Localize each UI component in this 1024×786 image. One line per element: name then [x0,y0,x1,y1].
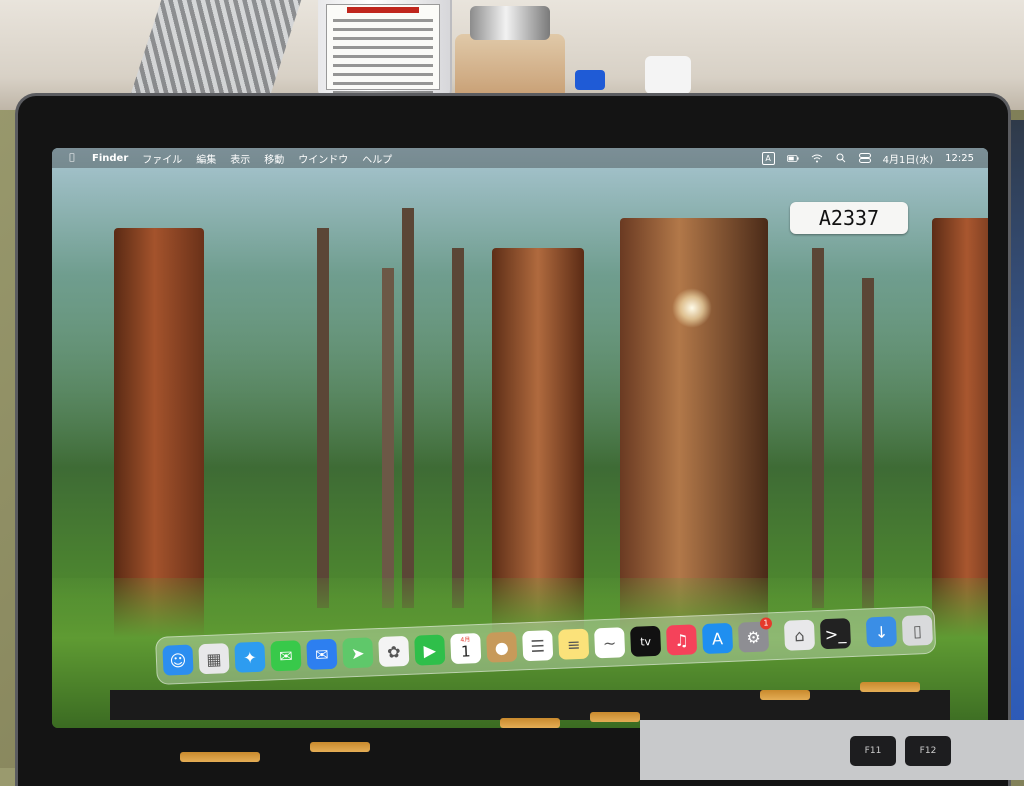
music-icon-glyph: ♫ [674,630,690,650]
blue-cap [575,70,605,90]
photos-icon[interactable]: ✿ [378,635,410,668]
tv-icon[interactable]: tv [630,625,662,657]
music-icon[interactable]: ♫ [665,624,698,656]
key-f12[interactable]: F12 [905,736,951,766]
menu-view[interactable]: 表示 [230,151,250,166]
app-store-icon[interactable]: A [701,622,734,655]
menu-bar:  Finder ファイル 編集 表示 移動 ウインドウ ヘルプ A 4月1日(… [52,148,988,168]
light-glare [672,288,712,328]
freeform-icon[interactable]: ~ [594,627,626,659]
trash-icon-glyph: ▯ [912,620,923,641]
finder-icon-glyph: ☺ [169,650,187,670]
notes-icon-glyph: ≡ [566,634,581,654]
white-cap [645,56,691,94]
calendar-month: 4月 [460,636,471,644]
system-settings-icon[interactable]: ⚙ 1 [737,617,773,653]
flex-cable [760,690,810,700]
model-number-sticker: A2337 [790,202,908,234]
messages-icon-glyph: ✉ [278,646,293,666]
menu-edit[interactable]: 編集 [196,151,216,166]
freeform-icon-glyph: ~ [602,633,617,653]
reminders-icon-glyph: ☰ [530,635,546,656]
bottle-label [326,4,440,94]
tree-trunk [452,248,464,608]
dock-separator [857,617,860,648]
contacts-icon-glyph: ● [494,637,510,657]
safari-icon-glyph: ✦ [242,647,258,667]
reminders-icon[interactable]: ☰ [522,630,554,662]
tree-trunk [317,228,329,608]
tree-trunk [862,278,874,608]
tv-label: tv [639,634,652,649]
trash-icon[interactable]: ▯ [901,614,933,647]
menu-app-name[interactable]: Finder [92,153,128,164]
facetime-icon[interactable]: ▶ [414,634,446,666]
notification-badge: 1 [759,617,773,630]
tree-trunk [382,268,394,608]
key-f11[interactable]: F11 [850,736,896,766]
menu-date[interactable]: 4月1日(水) [883,151,934,166]
tree-trunk [812,248,824,608]
menu-window[interactable]: ウインドウ [298,151,348,166]
flex-cable [860,682,920,692]
menu-help[interactable]: ヘルプ [362,151,392,166]
control-center-icon[interactable] [858,153,871,163]
launchpad-icon[interactable]: ▦ [198,643,230,675]
keyboard-deck [640,720,1024,780]
flex-cable [500,718,560,728]
apple-icon[interactable]:  [66,153,78,163]
messages-icon[interactable]: ✉ [270,640,302,672]
calendar-icon[interactable]: 4月 1 [450,632,482,665]
terminal-icon[interactable]: >_ [819,618,852,650]
flex-cable [590,712,640,722]
app-store-icon-glyph: A [711,628,724,649]
facetime-icon-glyph: ▶ [423,640,437,660]
dock-separator [775,621,778,652]
launchpad-icon-glyph: ▦ [206,648,222,669]
mail-icon-glyph: ✉ [314,644,329,665]
calendar-day: 1 [460,642,471,661]
photos-icon-glyph: ✿ [386,641,401,662]
installer-icon[interactable]: ⌂ [783,619,816,651]
maps-icon[interactable]: ➤ [342,637,374,669]
jar-cap [470,6,550,40]
system-settings-icon-glyph: ⚙ [745,627,762,647]
desktop-screen[interactable]:  Finder ファイル 編集 表示 移動 ウインドウ ヘルプ A 4月1日(… [52,148,988,728]
input-source-icon[interactable]: A [761,151,775,165]
flex-cable [310,742,370,752]
glass-jar [455,34,565,96]
tree-trunk [402,208,414,608]
mail-icon[interactable]: ✉ [306,638,338,670]
contacts-icon[interactable]: ● [486,631,518,663]
safari-icon[interactable]: ✦ [234,641,266,673]
search-icon[interactable] [835,153,847,163]
wifi-icon[interactable] [811,153,823,163]
terminal-icon-glyph: >_ [824,623,847,644]
menu-file[interactable]: ファイル [142,151,182,166]
finder-icon[interactable]: ☺ [162,644,194,676]
downloads-folder-icon-glyph: ↓ [874,622,889,642]
maps-icon-glyph: ➤ [350,643,365,663]
spray-bottle [318,0,452,96]
downloads-folder-icon[interactable]: ↓ [865,616,898,648]
display-hinge [110,690,950,720]
notes-icon[interactable]: ≡ [558,628,590,660]
installer-icon-glyph: ⌂ [794,625,805,645]
battery-icon[interactable] [786,153,799,163]
menu-go[interactable]: 移動 [264,151,284,166]
flex-cable [180,752,260,762]
menu-time[interactable]: 12:25 [945,153,974,164]
